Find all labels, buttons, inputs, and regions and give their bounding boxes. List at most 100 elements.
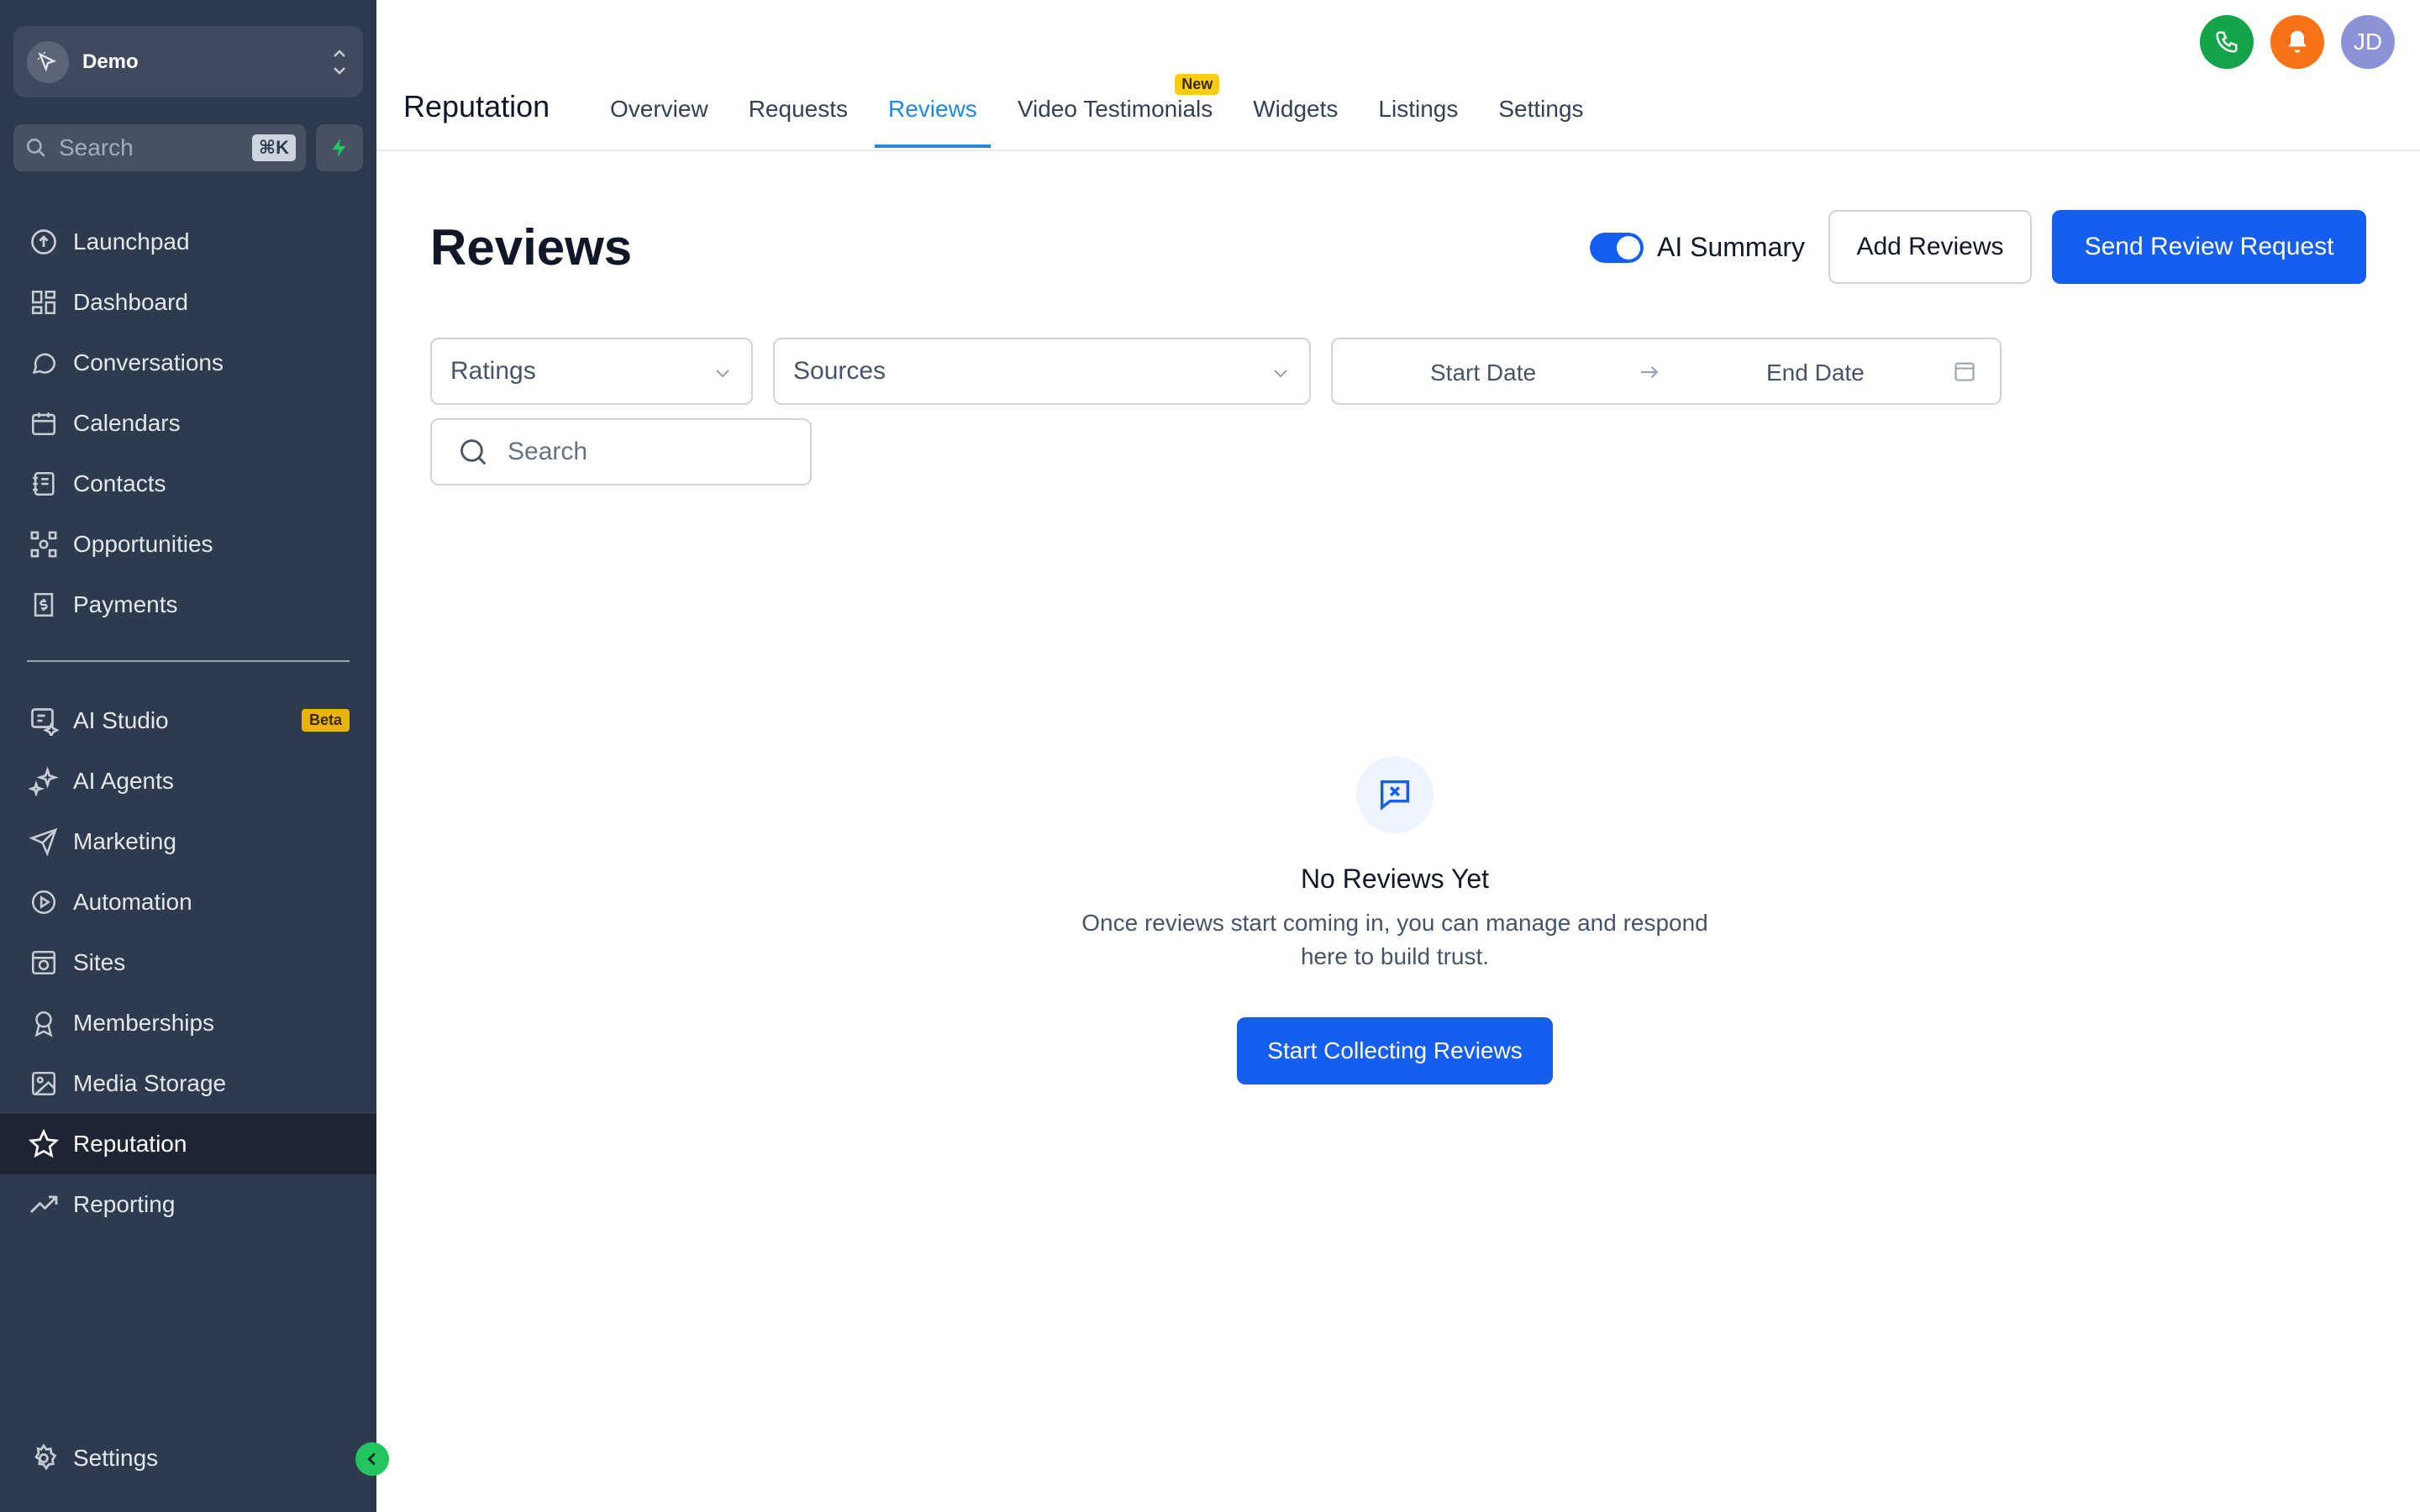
tab-label: Requests [748, 96, 848, 122]
start-collecting-reviews-button[interactable]: Start Collecting Reviews [1237, 1017, 1553, 1084]
sidebar-item-automation[interactable]: Automation [0, 872, 376, 932]
sidebar-item-calendars[interactable]: Calendars [0, 393, 376, 454]
account-name: Demo [82, 50, 139, 73]
chevron-left-icon [367, 1452, 376, 1466]
sources-placeholder: Sources [793, 357, 886, 385]
send-icon [27, 825, 60, 858]
add-reviews-button[interactable]: Add Reviews [1828, 210, 2032, 284]
sidebar-item-media-storage[interactable]: Media Storage [0, 1053, 376, 1114]
sidebar-item-launchpad[interactable]: Launchpad [0, 212, 376, 272]
gear-icon [27, 1441, 60, 1475]
tab-video-testimonials[interactable]: Video Testimonials New [1004, 74, 1226, 150]
tab-overview[interactable]: Overview [597, 84, 722, 150]
sidebar-item-label: Marketing [73, 828, 176, 854]
tab-bar: Overview Requests Reviews Video Testimon… [597, 74, 1611, 151]
sidebar-item-settings[interactable]: Settings [0, 1428, 376, 1488]
tab-label: Video Testimonials [1017, 96, 1213, 122]
reviews-search-input[interactable]: Search [430, 418, 812, 486]
sidebar-item-ai-agents[interactable]: AI Agents [0, 751, 376, 811]
sidebar-item-label: Opportunities [73, 531, 213, 557]
sidebar: Demo Search ⌘K Launchpad Dashboard Conve… [0, 0, 389, 1512]
send-review-request-button[interactable]: Send Review Request [2052, 210, 2366, 284]
page-title: Reviews [430, 219, 633, 276]
sidebar-item-label: Contacts [73, 470, 166, 496]
nav-settings: Settings [0, 1428, 376, 1488]
end-date-field[interactable]: End Date [1766, 360, 1865, 386]
tab-label: Widgets [1253, 96, 1339, 122]
tab-label: Listings [1378, 96, 1459, 122]
chevron-down-icon [716, 370, 729, 378]
tab-label: Overview [610, 96, 708, 122]
nav-main: Launchpad Dashboard Conversations Calend… [0, 212, 376, 635]
sidebar-item-sites[interactable]: Sites [0, 932, 376, 993]
tab-label: Settings [1498, 96, 1584, 122]
sidebar-item-reputation[interactable]: Reputation [0, 1114, 376, 1174]
opportunities-icon [27, 528, 60, 561]
start-date-field[interactable]: Start Date [1430, 360, 1536, 386]
sidebar-item-label: Payments [73, 591, 178, 617]
tab-settings[interactable]: Settings [1485, 84, 1597, 150]
sources-select[interactable]: Sources [773, 338, 1311, 405]
search-icon [26, 138, 45, 157]
dashboard-icon [27, 286, 60, 319]
arrow-right-icon [1641, 365, 1659, 379]
empty-state-description: Once reviews start coming in, you can ma… [1081, 910, 1708, 969]
phone-button[interactable] [2200, 15, 2254, 69]
sidebar-item-reporting[interactable]: Reporting [0, 1174, 376, 1235]
sidebar-search-placeholder: Search [59, 134, 134, 160]
new-badge: New [1175, 74, 1220, 95]
bolt-icon [332, 139, 346, 157]
search-icon [460, 439, 487, 465]
notifications-button[interactable] [2270, 15, 2324, 69]
collapse-sidebar-button[interactable] [355, 1442, 389, 1476]
sidebar-item-marketing[interactable]: Marketing [0, 811, 376, 872]
bell-icon [2288, 30, 2307, 53]
sidebar-item-label: Dashboard [73, 289, 188, 315]
play-circle-icon [27, 885, 60, 919]
tab-requests[interactable]: Requests [735, 84, 861, 150]
tab-listings[interactable]: Listings [1365, 84, 1471, 150]
sidebar-item-label: Launchpad [73, 228, 190, 255]
sidebar-item-dashboard[interactable]: Dashboard [0, 272, 376, 333]
sidebar-item-label: Media Storage [73, 1070, 227, 1096]
sites-icon [27, 946, 60, 979]
chat-icon [27, 346, 60, 380]
contacts-icon [27, 467, 60, 501]
avatar[interactable]: JD [2341, 15, 2395, 69]
beta-badge: Beta [301, 709, 350, 732]
tab-label: Reviews [888, 96, 977, 122]
sidebar-item-memberships[interactable]: Memberships [0, 993, 376, 1053]
launchpad-icon [27, 225, 60, 259]
sidebar-divider [27, 660, 350, 662]
sidebar-item-payments[interactable]: Payments [0, 575, 376, 635]
sidebar-search[interactable]: Search ⌘K [13, 124, 306, 171]
ai-summary-toggle[interactable] [1590, 233, 1644, 263]
payments-icon [27, 588, 60, 622]
quick-action-button[interactable] [316, 124, 363, 171]
calendar-icon [27, 407, 60, 440]
ratings-select[interactable]: Ratings [430, 338, 753, 405]
account-switcher[interactable]: Demo [13, 26, 363, 97]
ai-studio-icon [27, 704, 60, 738]
sparkle-icon [27, 764, 60, 798]
chevron-up-down-icon [334, 50, 345, 75]
trend-icon [27, 1188, 60, 1221]
nav-secondary: AI Studio Beta AI Agents Marketing Autom… [0, 690, 376, 1235]
sidebar-item-label: Settings [73, 1445, 159, 1471]
sidebar-item-label: AI Studio [73, 707, 169, 733]
phone-icon [2216, 31, 2238, 53]
empty-state-title: No Reviews Yet [1300, 864, 1490, 894]
sidebar-item-ai-studio[interactable]: AI Studio Beta [0, 690, 376, 751]
tab-widgets[interactable]: Widgets [1239, 84, 1351, 150]
tab-reviews[interactable]: Reviews [875, 84, 991, 148]
calendar-icon [1954, 362, 1975, 381]
no-reviews-icon [1356, 756, 1434, 833]
sidebar-item-conversations[interactable]: Conversations [0, 333, 376, 393]
sidebar-item-label: Sites [73, 949, 126, 975]
sidebar-item-opportunities[interactable]: Opportunities [0, 514, 376, 575]
sidebar-item-label: Conversations [73, 349, 224, 375]
sidebar-item-label: AI Agents [73, 768, 174, 794]
date-range-picker[interactable]: Start Date End Date [1331, 338, 2002, 405]
sidebar-item-contacts[interactable]: Contacts [0, 454, 376, 514]
chevron-down-icon [1274, 370, 1287, 378]
